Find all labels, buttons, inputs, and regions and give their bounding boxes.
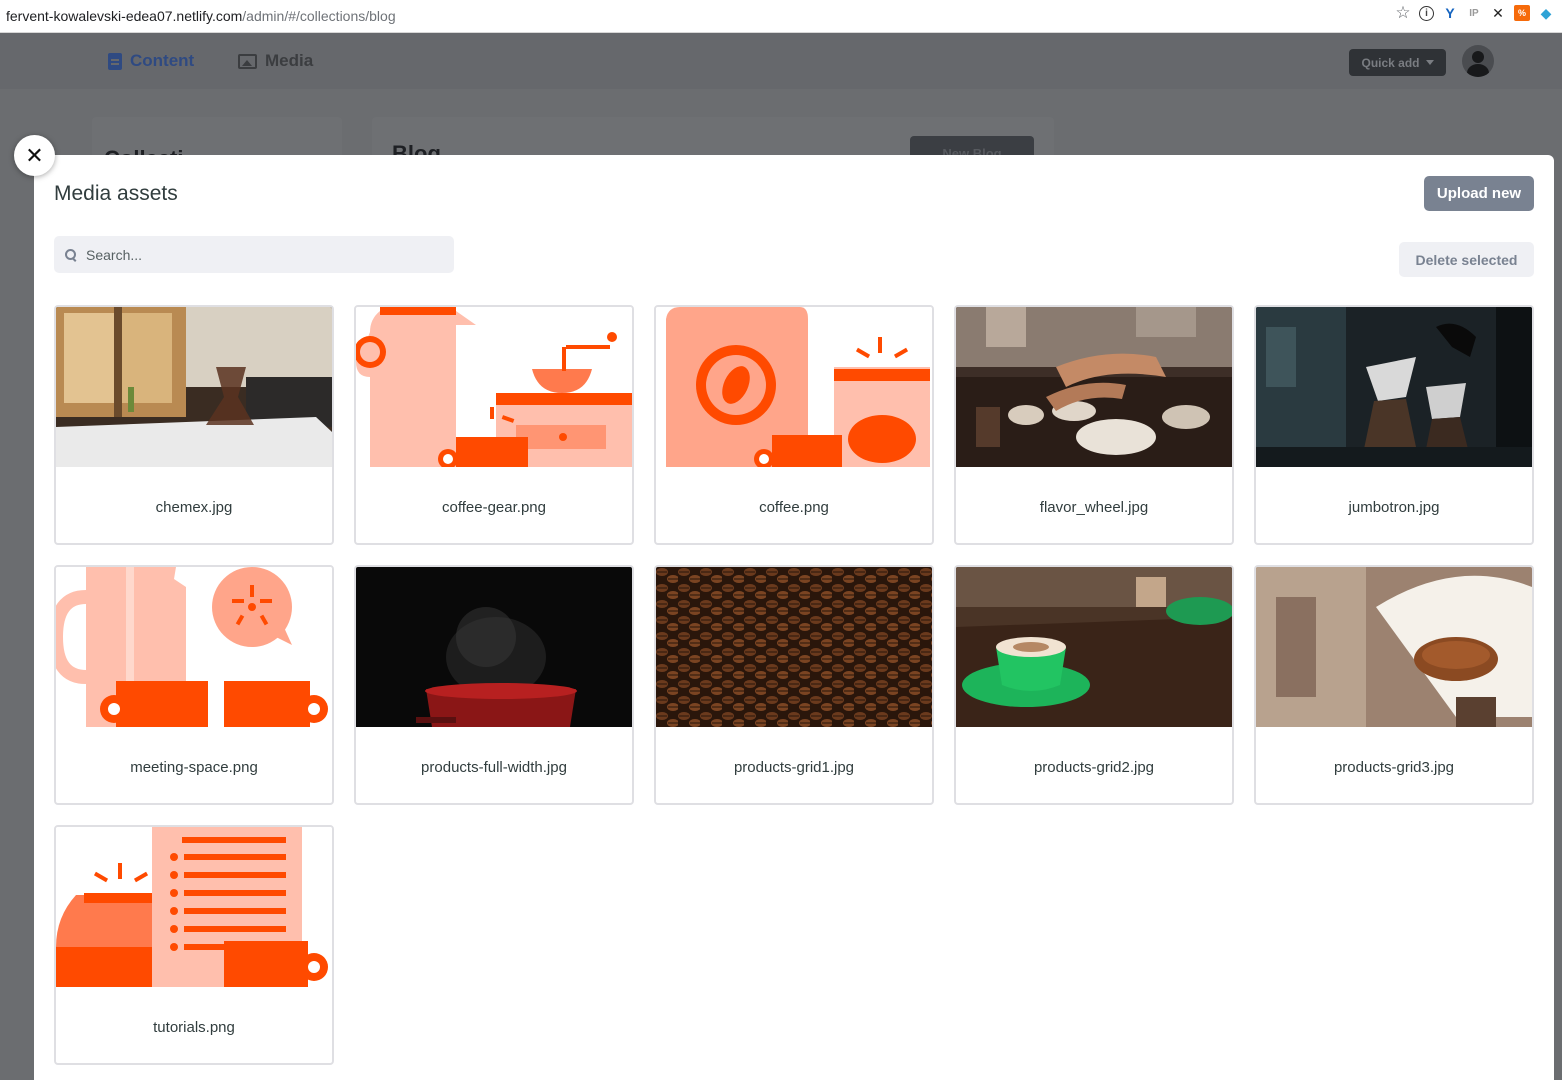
thumbnail-tutorials <box>56 827 332 987</box>
delete-selected-button[interactable]: Delete selected <box>1399 242 1534 277</box>
media-card[interactable]: flavor_wheel.jpg <box>954 305 1234 545</box>
thumbnail-products-full-width <box>356 567 632 727</box>
quick-add-button[interactable]: Quick add <box>1349 49 1446 76</box>
media-card-name: meeting-space.png <box>130 759 258 776</box>
url-path: /admin/#/collections/blog <box>242 8 396 24</box>
chevron-down-icon <box>1425 60 1434 65</box>
media-card-name: jumbotron.jpg <box>1348 499 1440 516</box>
media-card-name: tutorials.png <box>153 1019 235 1036</box>
info-icon[interactable]: i <box>1419 5 1434 21</box>
media-card[interactable]: products-grid3.jpg <box>1254 565 1534 805</box>
media-card-name: products-grid1.jpg <box>733 759 855 776</box>
thumbnail-chemex <box>56 307 332 467</box>
thumbnail-meeting-space <box>56 567 332 727</box>
media-card-name: products-grid3.jpg <box>1333 759 1455 776</box>
media-card-name: coffee.png <box>759 499 829 516</box>
y-extension-icon[interactable]: Y <box>1442 5 1458 21</box>
media-card-name: products-grid2.jpg <box>1033 759 1155 776</box>
url-host: fervent-kowalevski-edea07.netlify.com <box>6 8 243 24</box>
media-card-name: chemex.jpg <box>155 499 233 516</box>
media-card[interactable]: products-full-width.jpg <box>354 565 634 805</box>
media-card[interactable]: tutorials.png <box>54 825 334 1065</box>
nav-media-label: Media <box>265 51 314 70</box>
media-card[interactable]: meeting-space.png <box>54 565 334 805</box>
url-text[interactable]: fervent-kowalevski-edea07.netlify.com/ad… <box>0 8 396 24</box>
media-card[interactable]: products-grid2.jpg <box>954 565 1234 805</box>
upload-new-button[interactable]: Upload new <box>1424 176 1534 211</box>
media-card[interactable]: chemex.jpg <box>54 305 334 545</box>
image-icon <box>238 53 257 69</box>
ip-extension-icon[interactable]: IP <box>1466 5 1482 21</box>
search-icon <box>65 248 77 261</box>
nav-content[interactable]: Content <box>108 51 194 71</box>
media-card-name: flavor_wheel.jpg <box>1039 499 1149 516</box>
user-avatar[interactable] <box>1462 45 1494 77</box>
media-card[interactable]: jumbotron.jpg <box>1254 305 1534 545</box>
close-icon: ✕ <box>25 142 44 168</box>
thumbnail-coffee-gear <box>356 307 632 467</box>
app-header: Content Media <box>0 33 1562 89</box>
thumbnail-products-grid3 <box>1256 567 1532 727</box>
close-button[interactable]: ✕ <box>14 135 55 176</box>
thumbnail-jumbotron <box>1256 307 1532 467</box>
nav-content-label: Content <box>130 51 195 70</box>
media-card[interactable]: products-grid1.jpg <box>654 565 934 805</box>
thumbnail-products-grid1 <box>656 567 932 727</box>
media-card[interactable]: coffee-gear.png <box>354 305 634 545</box>
media-card-name: products-full-width.jpg <box>421 759 567 776</box>
document-icon <box>108 52 122 70</box>
extension-icons: ☆ i Y IP ✕ % ◆ <box>1395 3 1554 22</box>
quick-add-label: Quick add <box>1361 55 1420 70</box>
media-card[interactable]: coffee.png <box>654 305 934 545</box>
search-input[interactable] <box>86 246 426 263</box>
thumbnail-flavor-wheel <box>956 307 1232 467</box>
search-box[interactable] <box>54 236 454 273</box>
media-assets-modal: Media assets Upload new Delete selected <box>34 155 1554 1080</box>
nav-media[interactable]: Media <box>238 51 313 71</box>
diamond-extension-icon[interactable]: ◆ <box>1538 5 1554 21</box>
browser-address-bar[interactable]: fervent-kowalevski-edea07.netlify.com/ad… <box>0 0 1562 33</box>
orange-extension-icon[interactable]: % <box>1514 5 1530 21</box>
thumbnail-coffee <box>656 307 932 467</box>
pin-extension-icon[interactable]: ✕ <box>1490 5 1506 21</box>
modal-title: Media assets <box>54 182 178 205</box>
star-icon[interactable]: ☆ <box>1395 3 1411 22</box>
media-card-name: coffee-gear.png <box>442 499 546 516</box>
thumbnail-products-grid2 <box>956 567 1232 727</box>
